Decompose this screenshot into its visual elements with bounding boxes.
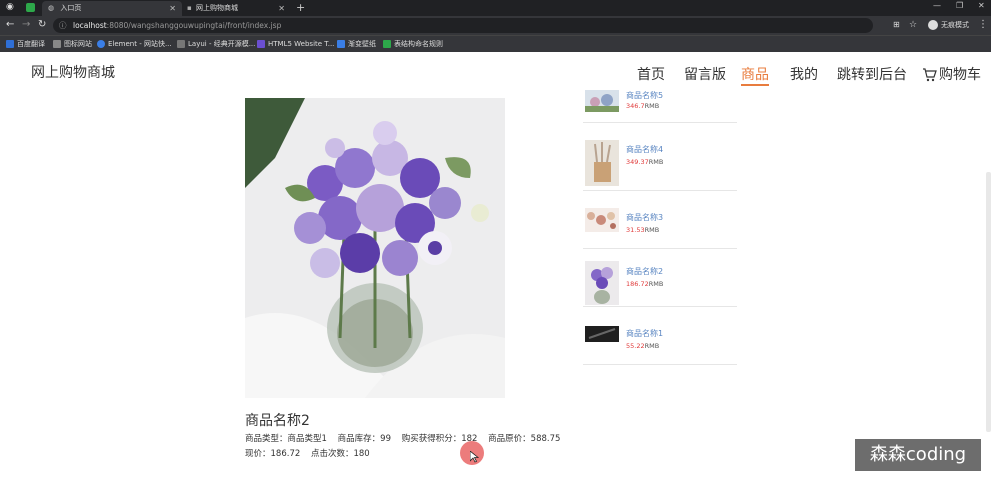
item-name[interactable]: 商品名称4	[626, 144, 663, 155]
close-icon[interactable]: ✕	[278, 1, 285, 16]
bookmark-item[interactable]: 图标网站	[53, 38, 92, 50]
item-price: 31.53RMB	[626, 226, 660, 234]
product-image[interactable]	[245, 98, 505, 398]
type-value: 商品类型1	[287, 434, 327, 444]
restore-icon[interactable]: ❐	[956, 1, 963, 10]
tab-title: 网上购物商城	[195, 4, 238, 12]
list-item[interactable]: 商品名称5 346.7RMB	[583, 90, 737, 123]
nav-cart-label: 购物车	[939, 67, 981, 83]
bookmark-item[interactable]: Element - 网站快...	[97, 38, 172, 50]
points-label: 购买获得积分：	[401, 434, 462, 444]
window-close-icon[interactable]: ✕	[978, 1, 985, 10]
nav-guestbook[interactable]: 留言版	[684, 66, 726, 84]
nav-home[interactable]: 首页	[637, 66, 665, 84]
close-icon[interactable]: ✕	[169, 1, 176, 16]
site-logo[interactable]: 网上购物商城	[31, 62, 115, 82]
url-path: :8080/wangshanggouwupingtai/front/index.…	[106, 21, 282, 30]
item-name[interactable]: 商品名称3	[626, 212, 663, 223]
product-thumbnail[interactable]	[585, 208, 619, 232]
price-label: 现价：	[245, 449, 271, 459]
watermark: 森森coding	[855, 439, 981, 471]
bookmark-item[interactable]: 表结构命名规则	[383, 38, 443, 50]
nav-cart[interactable]: 购物车	[922, 66, 981, 84]
list-item[interactable]: 商品名称2 186.72RMB	[583, 248, 737, 307]
bookmark-item[interactable]: Layui - 经典开源模...	[177, 38, 255, 50]
reload-icon[interactable]: ↻	[38, 19, 46, 31]
element-icon	[97, 40, 105, 48]
item-name[interactable]: 商品名称1	[626, 328, 663, 339]
bookmark-icon	[6, 40, 14, 48]
original-price-label: 商品原价：	[488, 434, 531, 444]
browser-tab-bar: ◉ ◍ 入口页 ✕ ▪ 网上购物商城 ✕ + — ❐ ✕	[0, 0, 991, 16]
browser-menu-icon[interactable]: ◉	[6, 0, 14, 15]
minimize-icon[interactable]: —	[933, 1, 941, 10]
item-price: 346.7RMB	[626, 102, 660, 110]
product-title: 商品名称2	[245, 413, 310, 429]
new-tab-button[interactable]: +	[296, 0, 305, 15]
product-info-line-1: 商品类型：商品类型1 商品库存：99 购买获得积分：182 商品原价：588.7…	[245, 432, 560, 444]
page-icon: ▪	[187, 4, 192, 12]
incognito-badge[interactable]: 无痕模式	[928, 19, 969, 31]
cart-icon	[923, 68, 937, 82]
price-value: 186.72	[270, 449, 301, 459]
page-content: 网上购物商城 首页 留言版 商品 我的 跳转到后台 购物车 商品名称2 商品类型…	[0, 52, 991, 485]
nav-mine[interactable]: 我的	[790, 66, 818, 84]
flag-icon	[53, 40, 61, 48]
mouse-pointer-icon	[470, 451, 479, 463]
bookmark-item[interactable]: 渐变壁纸	[337, 38, 376, 50]
browser-address-bar: ← → ↻ ⓘ localhost:8080/wangshanggouwupin…	[0, 16, 991, 35]
product-thumbnail[interactable]	[585, 90, 619, 112]
forward-icon[interactable]: →	[22, 19, 30, 31]
nav-products[interactable]: 商品	[741, 66, 769, 86]
tab-entry[interactable]: ◍ 入口页 ✕	[42, 1, 182, 16]
item-name[interactable]: 商品名称2	[626, 266, 663, 277]
list-item[interactable]: 商品名称4 349.37RMB	[583, 132, 737, 191]
product-info-line-2: 现价：186.72 点击次数：180	[245, 447, 370, 459]
bookmark-item[interactable]: HTML5 Website T...	[257, 38, 334, 50]
stock-label: 商品库存：	[337, 434, 381, 444]
product-thumbnail[interactable]	[585, 261, 619, 305]
globe-icon: ◍	[48, 4, 55, 12]
page-scrollbar[interactable]	[986, 172, 991, 432]
tab-shop[interactable]: ▪ 网上购物商城 ✕	[183, 1, 291, 16]
type-label: 商品类型：	[245, 434, 288, 444]
list-item[interactable]: 商品名称3 31.53RMB	[583, 190, 737, 249]
tab-title: 入口页	[60, 4, 82, 12]
translate-icon[interactable]: ⊞	[893, 19, 900, 31]
item-name[interactable]: 商品名称5	[626, 90, 663, 101]
more-menu-icon[interactable]: ⋮	[978, 19, 988, 31]
incognito-icon	[928, 20, 938, 30]
clicks-label: 点击次数：	[310, 449, 354, 459]
product-thumbnail[interactable]	[585, 140, 619, 186]
url-input[interactable]: ⓘ localhost:8080/wangshanggouwupingtai/f…	[53, 18, 873, 33]
table-icon	[383, 40, 391, 48]
stock-value: 99	[380, 434, 391, 444]
item-price: 55.22RMB	[626, 342, 660, 350]
clicks-value: 180	[353, 449, 370, 459]
bookmarks-bar: 百度翻译 图标网站 Element - 网站快... Layui - 经典开源模…	[0, 35, 991, 52]
wallpaper-icon	[337, 40, 345, 48]
original-price-value: 588.75	[530, 434, 561, 444]
item-price: 349.37RMB	[626, 158, 664, 166]
back-icon[interactable]: ←	[6, 19, 14, 31]
star-icon[interactable]: ☆	[909, 19, 917, 31]
bookmark-item[interactable]: 百度翻译	[6, 38, 45, 50]
html5-icon	[257, 40, 265, 48]
app-icon[interactable]	[26, 3, 35, 12]
info-icon: ⓘ	[59, 21, 67, 30]
item-price: 186.72RMB	[626, 280, 664, 288]
product-thumbnail[interactable]	[585, 326, 619, 342]
list-item[interactable]: 商品名称1 55.22RMB	[583, 306, 737, 365]
url-host: localhost	[73, 21, 107, 30]
layui-icon	[177, 40, 185, 48]
nav-backend[interactable]: 跳转到后台	[837, 66, 907, 84]
